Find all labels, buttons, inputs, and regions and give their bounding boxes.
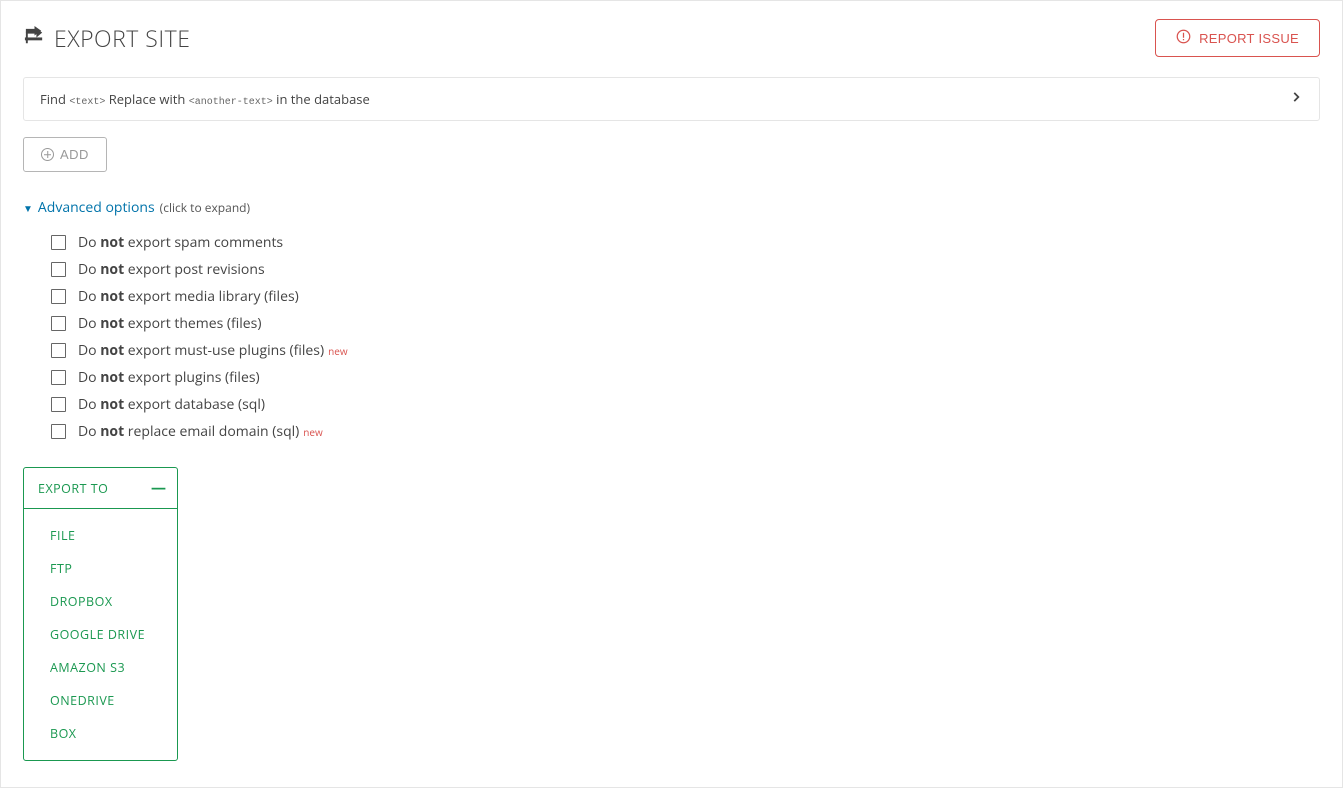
checkbox-label: Do not export spam comments: [78, 233, 283, 252]
checkbox-label: Do not export must-use plugins (files)ne…: [78, 341, 348, 360]
checkbox-label: Do not export plugins (files): [78, 368, 260, 387]
checkbox[interactable]: [51, 262, 66, 277]
advanced-option-row: Do not export must-use plugins (files)ne…: [51, 337, 1320, 364]
page-title: EXPORT SITE: [23, 22, 190, 54]
export-destination-item[interactable]: GOOGLE DRIVE: [30, 618, 171, 651]
export-destination-item[interactable]: FILE: [30, 519, 171, 552]
add-button[interactable]: ADD: [23, 137, 107, 172]
minus-icon: —: [151, 478, 163, 498]
export-to-dropdown: EXPORT TO — FILEFTPDROPBOXGOOGLE DRIVEAM…: [23, 467, 178, 761]
advanced-option-row: Do not export spam comments: [51, 229, 1320, 256]
checkbox-label: Do not export post revisions: [78, 260, 265, 279]
export-destination-item[interactable]: AMAZON S3: [30, 651, 171, 684]
new-badge: new: [328, 344, 348, 358]
advanced-option-row: Do not replace email domain (sql)new: [51, 418, 1320, 445]
export-destination-item[interactable]: FTP: [30, 552, 171, 585]
advanced-option-row: Do not export media library (files): [51, 283, 1320, 310]
find-replace-bar[interactable]: Find <text> Replace with <another-text> …: [23, 77, 1320, 121]
advanced-options-toggle[interactable]: ▼ Advanced options (click to expand): [23, 198, 1320, 217]
export-destination-item[interactable]: DROPBOX: [30, 585, 171, 618]
export-destination-item[interactable]: BOX: [30, 717, 171, 750]
checkbox-label: Do not export themes (files): [78, 314, 261, 333]
advanced-option-row: Do not export themes (files): [51, 310, 1320, 337]
export-icon: [23, 25, 46, 52]
advanced-option-row: Do not export database (sql): [51, 391, 1320, 418]
advanced-options-list: Do not export spam comments Do not export…: [23, 229, 1320, 445]
export-to-header[interactable]: EXPORT TO —: [24, 468, 177, 509]
triangle-down-icon: ▼: [23, 201, 33, 215]
checkbox-label: Do not replace email domain (sql)new: [78, 422, 323, 441]
export-destination-item[interactable]: ONEDRIVE: [30, 684, 171, 717]
checkbox[interactable]: [51, 424, 66, 439]
advanced-option-row: Do not export post revisions: [51, 256, 1320, 283]
new-badge: new: [303, 425, 323, 439]
report-issue-button[interactable]: REPORT ISSUE: [1155, 19, 1320, 57]
checkbox[interactable]: [51, 235, 66, 250]
checkbox[interactable]: [51, 370, 66, 385]
checkbox[interactable]: [51, 316, 66, 331]
chevron-right-icon: [1289, 90, 1303, 108]
checkbox[interactable]: [51, 397, 66, 412]
warning-icon: [1176, 29, 1191, 47]
plus-circle-icon: [41, 148, 54, 161]
export-site-panel: EXPORT SITE REPORT ISSUE Find <text> Rep…: [0, 0, 1343, 788]
checkbox-label: Do not export media library (files): [78, 287, 299, 306]
checkbox[interactable]: [51, 343, 66, 358]
advanced-option-row: Do not export plugins (files): [51, 364, 1320, 391]
checkbox-label: Do not export database (sql): [78, 395, 265, 414]
checkbox[interactable]: [51, 289, 66, 304]
